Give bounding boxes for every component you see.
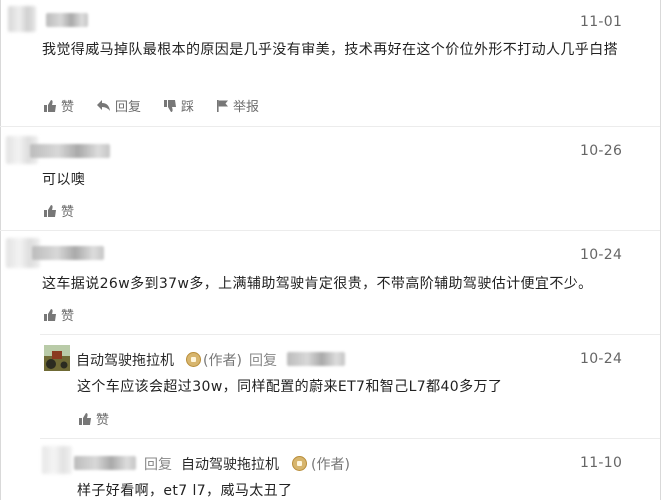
reply-to-username[interactable]: 自动驾驶拖拉机 — [181, 454, 279, 474]
reply-date: 11-10 — [580, 455, 623, 471]
reply-to-label: 回复 — [249, 353, 277, 369]
comment-text: 可以噢 — [42, 172, 86, 188]
reply-divider — [40, 334, 660, 335]
username-redacted[interactable] — [30, 144, 110, 158]
comment-divider — [0, 230, 660, 231]
reply-arrow-icon — [97, 100, 111, 111]
dislike-button[interactable]: 踩 — [163, 96, 194, 115]
comment-divider — [0, 126, 660, 127]
comment-text: 我觉得威马掉队最根本的原因是几乎没有审美，技术再好在这个价位外形不打动人几乎白搭 — [42, 42, 618, 58]
reply-actions: 赞 — [78, 409, 131, 428]
reply-text: 样子好看啊，et7 l7，威马太丑了 — [77, 483, 293, 499]
thumbs-up-icon — [44, 99, 56, 112]
comment-date: 10-24 — [580, 247, 623, 263]
window-border-left — [0, 0, 1, 500]
reply-text: 这个车应该会超过30w，同样配置的蔚来ET7和智己L7都40多万了 — [77, 379, 503, 395]
reply-to-label: 回复 — [144, 457, 172, 473]
dislike-label: 踩 — [181, 100, 195, 115]
avatar[interactable] — [8, 6, 36, 32]
tractor-icon — [44, 345, 70, 371]
reply-label: 回复 — [115, 100, 142, 115]
reply-username[interactable]: 自动驾驶拖拉机 — [76, 350, 174, 370]
report-button[interactable]: 举报 — [216, 96, 259, 115]
flag-icon — [217, 99, 229, 112]
author-tag: (作者) — [203, 353, 242, 369]
gold-badge-icon — [292, 456, 307, 471]
like-label: 赞 — [96, 413, 110, 428]
thumbs-down-icon — [164, 99, 177, 112]
like-label: 赞 — [61, 100, 75, 115]
comment-actions: 赞 — [43, 305, 96, 324]
avatar[interactable] — [42, 446, 72, 474]
report-label: 举报 — [233, 100, 260, 115]
comment-actions: 赞 — [43, 201, 96, 220]
gold-badge-icon — [186, 352, 201, 367]
like-button[interactable]: 赞 — [43, 201, 74, 220]
username-redacted[interactable] — [46, 13, 88, 27]
comment-text: 这车据说26w多到37w多，上满辅助驾驶肯定很贵，不带高阶辅助驾驶估计便宜不少。 — [42, 276, 593, 292]
author-tag: (作者) — [311, 457, 350, 473]
comment-date: 11-01 — [580, 14, 623, 30]
avatar-tractor[interactable] — [44, 345, 70, 371]
thumbs-up-icon — [44, 204, 56, 217]
thumbs-up-icon — [44, 308, 56, 321]
comment-actions: 赞 回复 踩 举报 — [43, 96, 281, 115]
reply-to-username-redacted[interactable] — [287, 352, 345, 366]
thumbs-up-icon — [79, 412, 91, 425]
reply-username-redacted[interactable] — [74, 456, 136, 470]
username-redacted[interactable] — [32, 246, 104, 260]
like-button[interactable]: 赞 — [78, 409, 109, 428]
comment-date: 10-26 — [580, 143, 623, 159]
like-button[interactable]: 赞 — [43, 305, 74, 324]
reply-date: 10-24 — [580, 351, 623, 367]
window-border-right — [660, 0, 661, 500]
like-label: 赞 — [61, 205, 75, 220]
reply-divider — [40, 438, 660, 439]
reply-button[interactable]: 回复 — [96, 96, 141, 115]
like-label: 赞 — [61, 309, 75, 324]
like-button[interactable]: 赞 — [43, 96, 74, 115]
